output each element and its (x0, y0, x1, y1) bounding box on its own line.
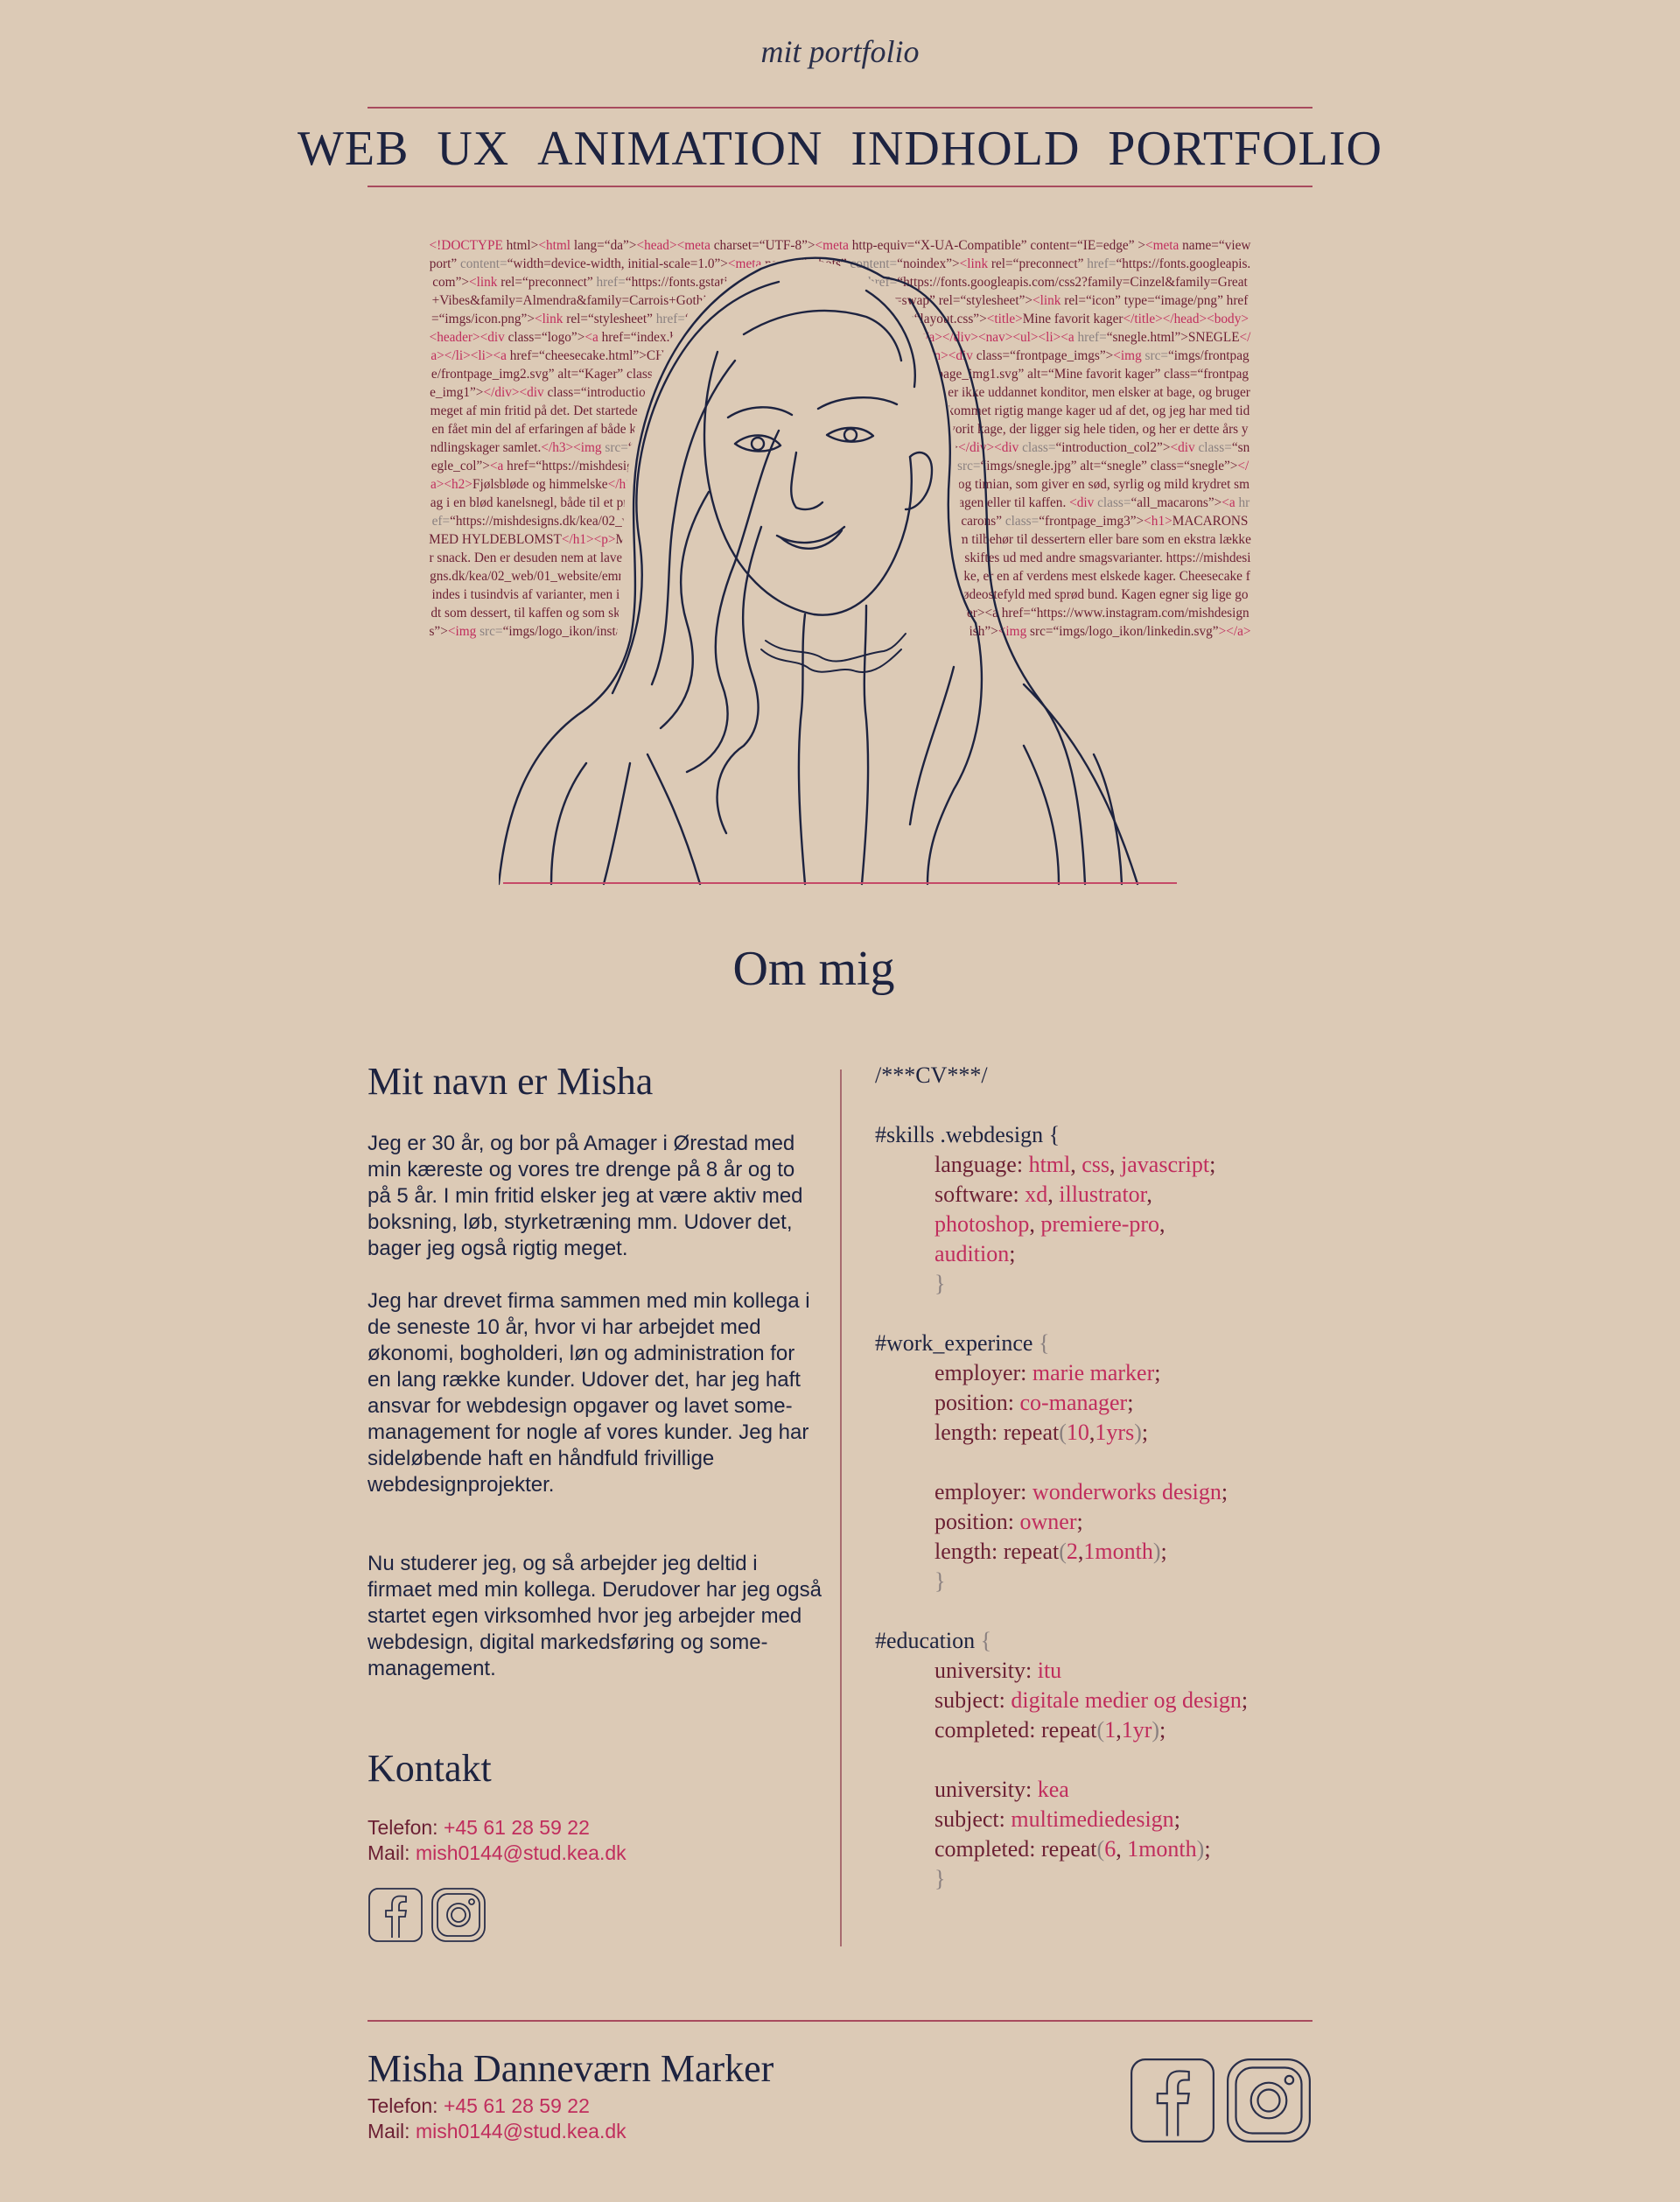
code-token: <img (447, 624, 480, 639)
nav-item-animation[interactable]: ANIMATION (537, 121, 822, 177)
hero-baseline (503, 882, 1177, 884)
cv-education-close: } (934, 1866, 946, 1891)
nav-item-indhold[interactable]: INDHOLD (850, 121, 1080, 177)
cv-employer: employer: marie marker; (934, 1360, 1161, 1385)
contact-heading: Kontakt (368, 1747, 492, 1790)
cv-completed: completed: repeat(1,1yr); (934, 1717, 1166, 1743)
footer-facebook-link[interactable] (1129, 2057, 1216, 2149)
code-token: class= (1198, 440, 1232, 455)
cv-work-close: } (934, 1568, 946, 1594)
nav-bottom-rule (368, 186, 1312, 187)
footer-phone: Telefon: +45 61 28 59 22 (368, 2093, 590, 2119)
about-heading: Mit navn er Misha (368, 1060, 654, 1103)
footer-mail: Mail: mish0144@stud.kea.dk (368, 2119, 626, 2144)
cv-code-block: /***CV***/ #skills .webdesign { language… (875, 1061, 1330, 1894)
nav-item-portfolio[interactable]: PORTFOLIO (1108, 121, 1382, 177)
cv-position: position: co-manager; (934, 1390, 1134, 1415)
nav-item-web[interactable]: WEB (298, 121, 409, 177)
cv-language: language: html, css, javascript; (934, 1152, 1216, 1177)
phone-link[interactable]: +45 61 28 59 22 (444, 1816, 590, 1839)
phone-label: Telefon: (368, 1816, 438, 1839)
cv-length: length: repeat(2,1month); (934, 1539, 1167, 1564)
footer-instagram-link[interactable] (1225, 2057, 1312, 2149)
cv-length: length: repeat(10,1yrs); (934, 1420, 1149, 1445)
footer-name: Misha Danneværn Marker (368, 2047, 774, 2090)
cv-employer: employer: wonderworks design; (934, 1479, 1228, 1504)
cv-skills-close: } (934, 1271, 946, 1296)
footer-social-icons (1129, 2057, 1312, 2149)
nav-item-ux[interactable]: UX (437, 121, 509, 177)
facebook-icon (368, 1888, 423, 1942)
column-divider (840, 1069, 842, 1946)
about-column: Mit navn er Misha Jeg er 30 år, og bor p… (368, 1059, 822, 1942)
instagram-icon (431, 1888, 486, 1942)
instagram-link[interactable] (430, 1887, 486, 1947)
facebook-link[interactable] (368, 1887, 424, 1947)
mail-label: Mail: (368, 1841, 410, 1864)
cv-skills-selector: #skills .webdesign { (875, 1122, 1060, 1147)
social-icons (368, 1887, 486, 1947)
code-token: <a (1222, 495, 1239, 510)
about-paragraph: Nu studerer jeg, og så arbejder jeg delt… (368, 1552, 822, 1680)
cv-position: position: owner; (934, 1509, 1083, 1534)
cv-subject: subject: digitale medier og design; (934, 1687, 1249, 1713)
facebook-icon (1130, 2058, 1214, 2142)
cv-university: university: kea (934, 1777, 1069, 1802)
cv-software-cont: audition; (934, 1241, 1016, 1266)
footer-rule (368, 2020, 1312, 2022)
phone-label: Telefon: (368, 2094, 438, 2117)
contact-mail: Mail: mish0144@stud.kea.dk (368, 1841, 626, 1866)
nav-top-rule (368, 107, 1312, 109)
cv-university: university: itu (934, 1658, 1062, 1683)
about-title: Om mig (732, 942, 895, 996)
cv-work-selector: #work_experince { (875, 1330, 1050, 1356)
cv-education-selector: #education { (875, 1628, 992, 1653)
instagram-icon (1227, 2058, 1311, 2142)
about-paragraph: Jeg har drevet firma sammen med min koll… (368, 1289, 810, 1497)
hero: <!DOCTYPE html><html lang=“da”><head><me… (429, 229, 1251, 886)
code-token: <!DOCTYPE (429, 238, 507, 253)
cv-comment: /***CV***/ (875, 1062, 988, 1088)
mail-label: Mail: (368, 2120, 410, 2142)
cv-subject: subject: multimediedesign; (934, 1806, 1180, 1832)
footer-mail-link[interactable]: mish0144@stud.kea.dk (416, 2120, 626, 2142)
main-nav: WEB UX ANIMATION INDHOLD PORTFOLIO (298, 114, 1382, 184)
footer-phone-link[interactable]: +45 61 28 59 22 (444, 2094, 590, 2117)
logo-link[interactable]: mit portfolio (0, 33, 1680, 70)
cv-software-cont: photoshop, premiere-pro, (934, 1211, 1166, 1237)
about-paragraph: Jeg er 30 år, og bor på Amager i Ørestad… (368, 1132, 803, 1260)
cv-completed: completed: repeat(6, 1month); (934, 1836, 1211, 1862)
code-token: <link (469, 275, 501, 290)
cv-software: software: xd, illustrator, (934, 1182, 1152, 1207)
contact-phone: Telefon: +45 61 28 59 22 (368, 1815, 590, 1841)
portrait-illustration (499, 256, 1139, 886)
mail-link[interactable]: mish0144@stud.kea.dk (416, 1841, 626, 1864)
